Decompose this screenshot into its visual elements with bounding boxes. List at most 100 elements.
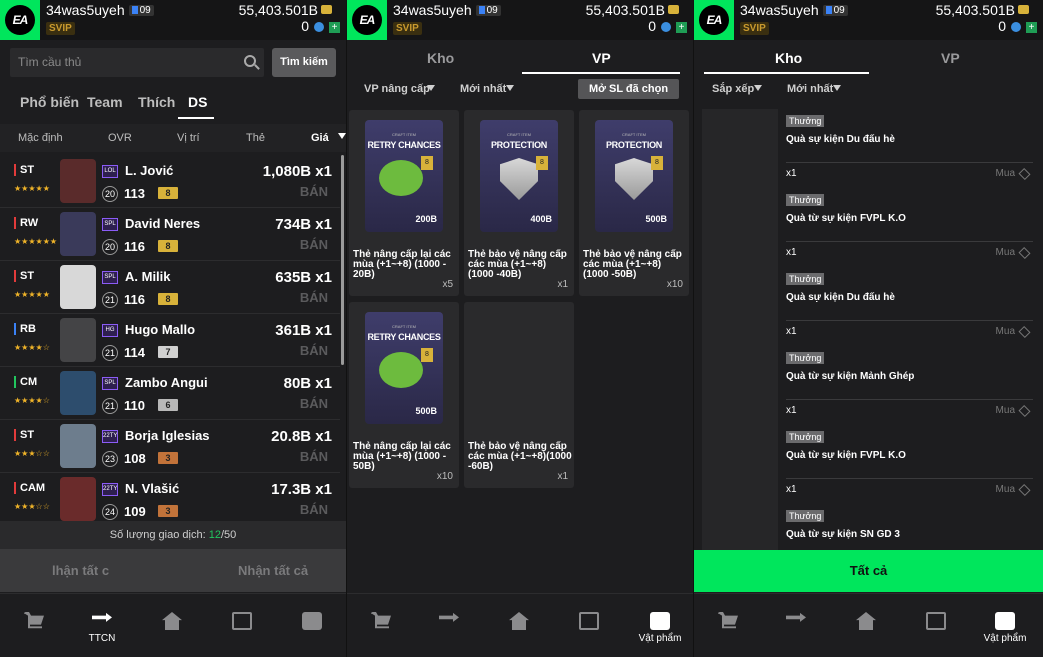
card-subtitle: CRAFT ITEM [392,324,416,329]
sell-button[interactable]: BÁN [300,502,328,517]
add-points-button[interactable]: + [1026,22,1037,33]
item-card[interactable]: CRAFT ITEM PROTECTION 8 400B Thẻ bảo vệ nâng… [464,110,574,296]
sort-ovr[interactable]: OVR [108,132,132,144]
buy-button[interactable]: Mua [996,247,1015,258]
item-card[interactable]: CRAFT ITEM PROTECTION 8 500B Thẻ bảo vệ nâng… [579,110,689,296]
card-subtitle: CRAFT ITEM [622,132,646,137]
sort-bar: Mặc định OVR Vị trí Thẻ Giá [0,124,346,152]
all-button[interactable]: Tất cả [694,550,1043,592]
nav-squad[interactable] [569,612,609,630]
nav-ttcn[interactable] [429,612,469,630]
card-art: CRAFT ITEM RETRY CHANCES 8 500B [365,312,443,424]
nav-items[interactable]: Vật phẩm [982,612,1028,644]
username-text: 34was5uyeh [740,2,819,18]
item-card[interactable]: CRAFT ITEM RETRY CHANCES 8 500B Thẻ nâng cấp… [349,302,459,488]
scrollbar[interactable] [341,155,344,365]
tab-ds[interactable]: DS [188,94,207,110]
sort-dropdown[interactable]: Sắp xếp [712,83,754,95]
top-bar: EA 34was5uyeh 09 SVIP 55,403.501B 0 + [694,0,1043,40]
nav-squad[interactable] [916,612,956,630]
nav-home[interactable] [152,612,192,630]
cart-icon [371,612,391,629]
tab-popular[interactable]: Phổ biến [20,94,79,110]
tab-vp[interactable]: VP [592,50,611,66]
player-name: Borja Iglesias [125,428,210,443]
player-row[interactable]: CAM ★★★☆☆ 22TY N. Vlašić 24 109 3 17.3B x1 BÁN [0,473,340,526]
nav-home[interactable] [499,612,539,630]
tab-vp[interactable]: VP [941,50,960,66]
ea-logo[interactable]: EA [0,0,40,40]
sort-position[interactable]: Vị trí [177,132,200,144]
nav-home[interactable] [846,612,886,630]
receive-all-button[interactable]: Nhận tất cả [238,563,308,578]
card-quantity: x1 [557,471,568,482]
coin-balance: 55,403.501B [935,2,1015,18]
player-name: A. Milik [125,269,171,284]
sort-card[interactable]: Thẻ [246,132,265,144]
diamond-icon [1018,325,1031,339]
card-title: PROTECTION [490,140,547,150]
tab-team[interactable]: Team [87,94,123,110]
filter-type[interactable]: VP nâng cấp [364,83,430,95]
player-position: ST [14,429,34,441]
open-selected-button[interactable]: Mở SL đã chọn [578,79,679,99]
player-row[interactable]: CM ★★★★☆ SPL Zambo Angui 21 110 6 80B x1 BÁN [0,367,340,420]
nav-shop[interactable] [361,612,401,630]
buy-button[interactable]: Mua [996,168,1015,179]
reward-item[interactable]: Thưởng Quà sự kiện Du đấu hè x1 Mua [702,109,1033,188]
nav-items[interactable]: Vật phẩm [637,612,683,644]
nav-ttcn[interactable]: TTCN [82,612,122,644]
player-row[interactable]: ST ★★★★★ LOL L. Jović 20 113 8 1,080B x1 BÁN [0,155,340,208]
add-points-button[interactable]: + [676,22,687,33]
coin-balance: 55,403.501B [585,2,665,18]
buy-button[interactable]: Mua [996,326,1015,337]
tab-liked[interactable]: Thích [138,94,175,110]
player-row[interactable]: ST ★★★☆☆ 22TY Borja Iglesias 23 108 3 20.8B x1 B… [0,420,340,473]
sell-button[interactable]: BÁN [300,343,328,358]
player-price: 1,080B x1 [262,163,332,180]
reward-item[interactable]: Thưởng Quà từ sự kiện Mảnh Ghép x1 Mua [702,346,1033,425]
nav-shop[interactable] [708,612,748,630]
player-name: N. Vlašić [125,481,180,496]
item-quantity: x1 [786,168,797,179]
tab-storage[interactable]: Kho [427,50,454,66]
sell-button[interactable]: BÁN [300,237,328,252]
filter-newest[interactable]: Mới nhất [787,83,833,95]
ea-logo[interactable]: EA [694,0,734,40]
search-button[interactable]: Tìm kiếm [272,48,336,77]
buy-button[interactable]: Mua [996,484,1015,495]
ea-logo[interactable]: EA [347,0,387,40]
nav-items[interactable] [292,612,332,630]
tab-storage[interactable]: Kho [775,50,802,66]
sell-button[interactable]: BÁN [300,449,328,464]
sell-button[interactable]: BÁN [300,290,328,305]
item-title: Quà từ sự kiện FVPL K.O [786,450,906,461]
card-value: 400B [530,214,552,224]
player-ovr: 110 [124,398,145,413]
search-input[interactable]: Tìm cầu thủ [10,48,264,77]
nav-shop[interactable] [14,612,54,630]
nav-squad[interactable] [222,612,262,630]
item-card[interactable]: CRAFT ITEM RETRY CHANCES 8 200B Thẻ nâng cấp… [349,110,459,296]
retry-icon [379,352,423,388]
sell-button[interactable]: BÁN [300,184,328,199]
player-row[interactable]: RB ★★★★☆ HG Hugo Mallo 21 114 7 361B x1 BÁN [0,314,340,367]
upgrade-level: 8 [158,293,178,305]
receive-all-left-button[interactable]: lhận tất c [52,563,109,578]
reward-item[interactable]: Thưởng Quà sự kiện Du đấu hè x1 Mua [702,267,1033,346]
reward-item[interactable]: Thưởng Quà từ sự kiện FVPL K.O x1 Mua [702,188,1033,267]
item-card[interactable]: Thẻ bảo vệ nâng cấp các mùa (+1~+8)(1000… [464,302,574,488]
player-row[interactable]: ST ★★★★★ SPL A. Milik 21 116 8 635B x1 BÁN [0,261,340,314]
reward-item[interactable]: Thưởng Quà từ sự kiện FVPL K.O x1 Mua [702,425,1033,504]
nav-ttcn[interactable] [776,612,816,630]
username: 34was5uyeh 09 [740,2,848,18]
player-row[interactable]: RW ★★★★★★ SPL David Neres 20 116 8 734B x1 BÁN [0,208,340,261]
buy-button[interactable]: Mua [996,405,1015,416]
add-points-button[interactable]: + [329,22,340,33]
sell-button[interactable]: BÁN [300,396,328,411]
filter-newest[interactable]: Mới nhất [460,83,506,95]
player-price: 20.8B x1 [271,428,332,445]
item-thumbnail [702,425,778,504]
sort-price[interactable]: Giá [311,132,329,144]
sort-default[interactable]: Mặc định [18,132,63,144]
